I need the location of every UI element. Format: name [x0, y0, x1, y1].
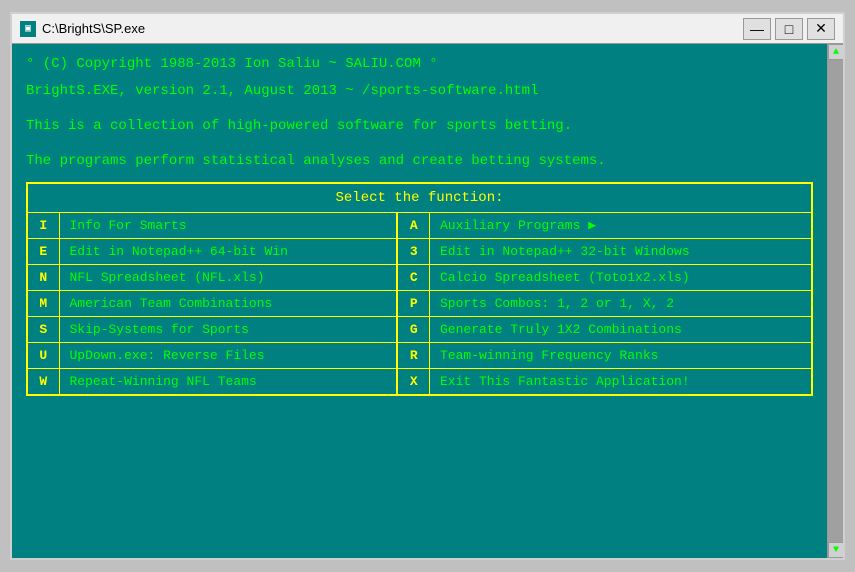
menu-key-left[interactable]: I: [27, 213, 59, 239]
main-window: ▣ C:\BrightS\SP.exe — □ ✕ ° (C) Copyrigh…: [10, 12, 845, 560]
menu-row[interactable]: UUpDown.exe: Reverse FilesRTeam-winning …: [27, 343, 812, 369]
menu-table: Select the function: IInfo For SmartsAAu…: [26, 182, 813, 396]
scrollbar-track[interactable]: [828, 60, 843, 542]
scrollbar: ▲ ▼: [827, 44, 843, 558]
menu-header-row: Select the function:: [27, 183, 812, 213]
menu-label-left[interactable]: Repeat-Winning NFL Teams: [59, 369, 397, 396]
menu-body: IInfo For SmartsAAuxiliary Programs ▶EEd…: [27, 213, 812, 396]
menu-key-right[interactable]: G: [397, 317, 429, 343]
scroll-up-button[interactable]: ▲: [828, 44, 843, 60]
menu-label-right[interactable]: Exit This Fantastic Application!: [429, 369, 812, 396]
menu-label-left[interactable]: UpDown.exe: Reverse Files: [59, 343, 397, 369]
content-area: ° (C) Copyright 1988-2013 Ion Saliu ~ SA…: [12, 44, 843, 558]
menu-row[interactable]: NNFL Spreadsheet (NFL.xls)CCalcio Spread…: [27, 265, 812, 291]
title-bar-left: ▣ C:\BrightS\SP.exe: [20, 21, 145, 37]
menu-label-right[interactable]: Generate Truly 1X2 Combinations: [429, 317, 812, 343]
menu-key-left[interactable]: E: [27, 239, 59, 265]
menu-key-right[interactable]: C: [397, 265, 429, 291]
menu-row[interactable]: IInfo For SmartsAAuxiliary Programs ▶: [27, 213, 812, 239]
menu-row[interactable]: EEdit in Notepad++ 64-bit Win3Edit in No…: [27, 239, 812, 265]
maximize-button[interactable]: □: [775, 18, 803, 40]
menu-label-right[interactable]: Auxiliary Programs ▶: [429, 213, 812, 239]
description-line2: The programs perform statistical analyse…: [26, 151, 829, 172]
menu-key-left[interactable]: S: [27, 317, 59, 343]
description-line1: This is a collection of high-powered sof…: [26, 116, 829, 137]
menu-label-right[interactable]: Edit in Notepad++ 32-bit Windows: [429, 239, 812, 265]
menu-label-right[interactable]: Sports Combos: 1, 2 or 1, X, 2: [429, 291, 812, 317]
menu-label-right[interactable]: Team-winning Frequency Ranks: [429, 343, 812, 369]
title-bar-buttons: — □ ✕: [743, 18, 835, 40]
close-button[interactable]: ✕: [807, 18, 835, 40]
menu-label-left[interactable]: Skip-Systems for Sports: [59, 317, 397, 343]
menu-key-right[interactable]: X: [397, 369, 429, 396]
version-line: BrightS.EXE, version 2.1, August 2013 ~ …: [26, 81, 829, 102]
menu-key-right[interactable]: R: [397, 343, 429, 369]
menu-row[interactable]: MAmerican Team CombinationsPSports Combo…: [27, 291, 812, 317]
menu-label-left[interactable]: Edit in Notepad++ 64-bit Win: [59, 239, 397, 265]
menu-label-left[interactable]: American Team Combinations: [59, 291, 397, 317]
menu-key-left[interactable]: W: [27, 369, 59, 396]
menu-row[interactable]: SSkip-Systems for SportsGGenerate Truly …: [27, 317, 812, 343]
menu-row[interactable]: WRepeat-Winning NFL TeamsXExit This Fant…: [27, 369, 812, 396]
minimize-button[interactable]: —: [743, 18, 771, 40]
menu-label-left[interactable]: NFL Spreadsheet (NFL.xls): [59, 265, 397, 291]
menu-label-right[interactable]: Calcio Spreadsheet (Toto1x2.xls): [429, 265, 812, 291]
copyright-line: ° (C) Copyright 1988-2013 Ion Saliu ~ SA…: [26, 54, 829, 75]
menu-key-left[interactable]: U: [27, 343, 59, 369]
menu-header: Select the function:: [27, 183, 812, 213]
menu-key-right[interactable]: A: [397, 213, 429, 239]
window-title: C:\BrightS\SP.exe: [42, 21, 145, 36]
scroll-down-button[interactable]: ▼: [828, 542, 843, 558]
menu-key-right[interactable]: 3: [397, 239, 429, 265]
menu-label-left[interactable]: Info For Smarts: [59, 213, 397, 239]
window-icon: ▣: [20, 21, 36, 37]
menu-key-left[interactable]: M: [27, 291, 59, 317]
menu-key-left[interactable]: N: [27, 265, 59, 291]
menu-key-right[interactable]: P: [397, 291, 429, 317]
title-bar: ▣ C:\BrightS\SP.exe — □ ✕: [12, 14, 843, 44]
